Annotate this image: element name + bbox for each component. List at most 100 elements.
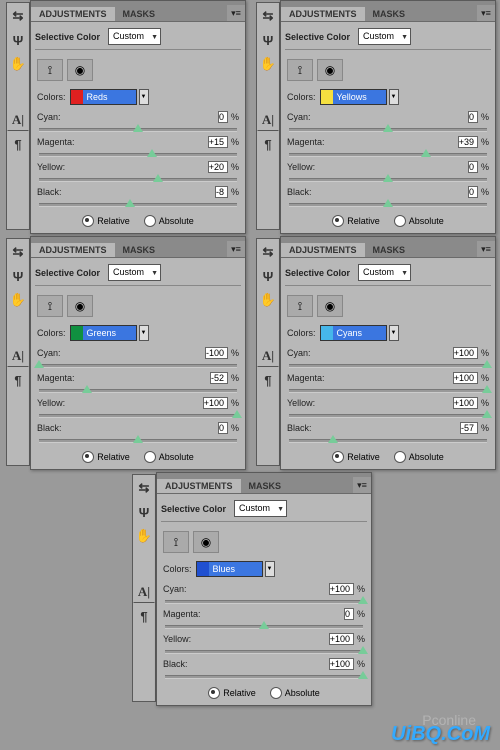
tool-type-icon[interactable]: A|: [7, 109, 29, 131]
tool-hand-icon[interactable]: ✋: [133, 525, 155, 547]
radio-relative[interactable]: Relative: [208, 687, 256, 699]
radio-relative[interactable]: Relative: [332, 215, 380, 227]
slider-handle[interactable]: [358, 646, 368, 654]
slider-value-input[interactable]: +39: [458, 136, 478, 148]
slider-value-input[interactable]: +100: [453, 397, 478, 409]
slider-track[interactable]: [39, 364, 237, 368]
slider-handle[interactable]: [383, 199, 393, 207]
eyedropper-icon[interactable]: ⟟: [287, 59, 313, 81]
panel-menu-icon[interactable]: ▾≡: [477, 5, 495, 21]
slider-track[interactable]: [289, 364, 487, 368]
preset-dropdown[interactable]: Custom: [358, 28, 411, 45]
slider-handle[interactable]: [147, 149, 157, 157]
slider-value-input[interactable]: -52: [210, 372, 228, 384]
color-swatch[interactable]: Greens: [70, 325, 137, 341]
slider-value-input[interactable]: +100: [453, 347, 478, 359]
slider-value-input[interactable]: +100: [329, 583, 354, 595]
slider-handle[interactable]: [482, 410, 492, 418]
tool-hand-icon[interactable]: ✋: [7, 289, 29, 311]
radio-relative[interactable]: Relative: [82, 215, 130, 227]
tab-adjustments[interactable]: ADJUSTMENTS: [281, 7, 365, 21]
tab-adjustments[interactable]: ADJUSTMENTS: [157, 479, 241, 493]
slider-track[interactable]: [165, 625, 363, 629]
slider-handle[interactable]: [482, 360, 492, 368]
slider-value-input[interactable]: 0: [468, 161, 478, 173]
preset-dropdown[interactable]: Custom: [108, 28, 161, 45]
slider-track[interactable]: [289, 389, 487, 393]
panel-menu-icon[interactable]: ▾≡: [227, 241, 245, 257]
slider-track[interactable]: [289, 153, 487, 157]
radio-absolute[interactable]: Absolute: [144, 215, 194, 227]
tool-fork-icon[interactable]: Ψ: [7, 265, 29, 287]
slider-value-input[interactable]: -57: [460, 422, 478, 434]
slider-value-input[interactable]: +100: [329, 633, 354, 645]
slider-handle[interactable]: [328, 435, 338, 443]
tool-hand-icon[interactable]: ✋: [257, 53, 279, 75]
tool-type-icon[interactable]: A|: [257, 109, 279, 131]
eyedropper-icon[interactable]: ⟟: [163, 531, 189, 553]
slider-value-input[interactable]: 0: [218, 111, 228, 123]
panel-menu-icon[interactable]: ▾≡: [227, 5, 245, 21]
preset-dropdown[interactable]: Custom: [358, 264, 411, 281]
panel-menu-icon[interactable]: ▾≡: [353, 477, 371, 493]
tool-hand-icon[interactable]: ✋: [257, 289, 279, 311]
slider-value-input[interactable]: 0: [468, 186, 478, 198]
tool-paragraph-icon[interactable]: ¶: [7, 369, 29, 391]
slider-handle[interactable]: [358, 671, 368, 679]
slider-track[interactable]: [165, 600, 363, 604]
slider-track[interactable]: [39, 414, 237, 418]
slider-handle[interactable]: [259, 621, 269, 629]
color-swatch[interactable]: Reds: [70, 89, 137, 105]
tool-arrows-icon[interactable]: ⇆: [7, 5, 29, 27]
slider-handle[interactable]: [383, 124, 393, 132]
slider-track[interactable]: [39, 178, 237, 182]
slider-handle[interactable]: [125, 199, 135, 207]
color-dropdown-icon[interactable]: ▼: [139, 89, 149, 105]
tab-masks[interactable]: MASKS: [115, 7, 164, 21]
slider-value-input[interactable]: -100: [205, 347, 228, 359]
slider-track[interactable]: [165, 650, 363, 654]
color-dropdown-icon[interactable]: ▼: [265, 561, 275, 577]
radio-relative[interactable]: Relative: [82, 451, 130, 463]
slider-track[interactable]: [289, 178, 487, 182]
tool-paragraph-icon[interactable]: ¶: [257, 369, 279, 391]
slider-value-input[interactable]: 0: [468, 111, 478, 123]
slider-track[interactable]: [39, 203, 237, 207]
tool-arrows-icon[interactable]: ⇆: [133, 477, 155, 499]
slider-track[interactable]: [289, 439, 487, 443]
tab-masks[interactable]: MASKS: [365, 7, 414, 21]
eyedropper-icon[interactable]: ⟟: [287, 295, 313, 317]
tool-paragraph-icon[interactable]: ¶: [7, 133, 29, 155]
tool-fork-icon[interactable]: Ψ: [257, 265, 279, 287]
slider-track[interactable]: [39, 389, 237, 393]
tab-adjustments[interactable]: ADJUSTMENTS: [31, 7, 115, 21]
slider-track[interactable]: [165, 675, 363, 679]
tool-fork-icon[interactable]: Ψ: [133, 501, 155, 523]
slider-value-input[interactable]: +20: [208, 161, 228, 173]
tab-adjustments[interactable]: ADJUSTMENTS: [31, 243, 115, 257]
slider-handle[interactable]: [153, 174, 163, 182]
tool-fork-icon[interactable]: Ψ: [7, 29, 29, 51]
slider-value-input[interactable]: +15: [208, 136, 228, 148]
tool-fork-icon[interactable]: Ψ: [257, 29, 279, 51]
color-dropdown-icon[interactable]: ▼: [389, 325, 399, 341]
radio-absolute[interactable]: Absolute: [394, 451, 444, 463]
slider-handle[interactable]: [133, 124, 143, 132]
panel-menu-icon[interactable]: ▾≡: [477, 241, 495, 257]
color-dropdown-icon[interactable]: ▼: [389, 89, 399, 105]
radio-absolute[interactable]: Absolute: [270, 687, 320, 699]
slider-handle[interactable]: [421, 149, 431, 157]
target-icon[interactable]: ◉: [317, 59, 343, 81]
radio-absolute[interactable]: Absolute: [144, 451, 194, 463]
tool-paragraph-icon[interactable]: ¶: [133, 605, 155, 627]
color-swatch[interactable]: Blues: [196, 561, 263, 577]
preset-dropdown[interactable]: Custom: [234, 500, 287, 517]
slider-track[interactable]: [39, 439, 237, 443]
eyedropper-icon[interactable]: ⟟: [37, 59, 63, 81]
preset-dropdown[interactable]: Custom: [108, 264, 161, 281]
slider-value-input[interactable]: +100: [203, 397, 228, 409]
slider-value-input[interactable]: +100: [329, 658, 354, 670]
target-icon[interactable]: ◉: [67, 59, 93, 81]
slider-track[interactable]: [289, 128, 487, 132]
tab-adjustments[interactable]: ADJUSTMENTS: [281, 243, 365, 257]
